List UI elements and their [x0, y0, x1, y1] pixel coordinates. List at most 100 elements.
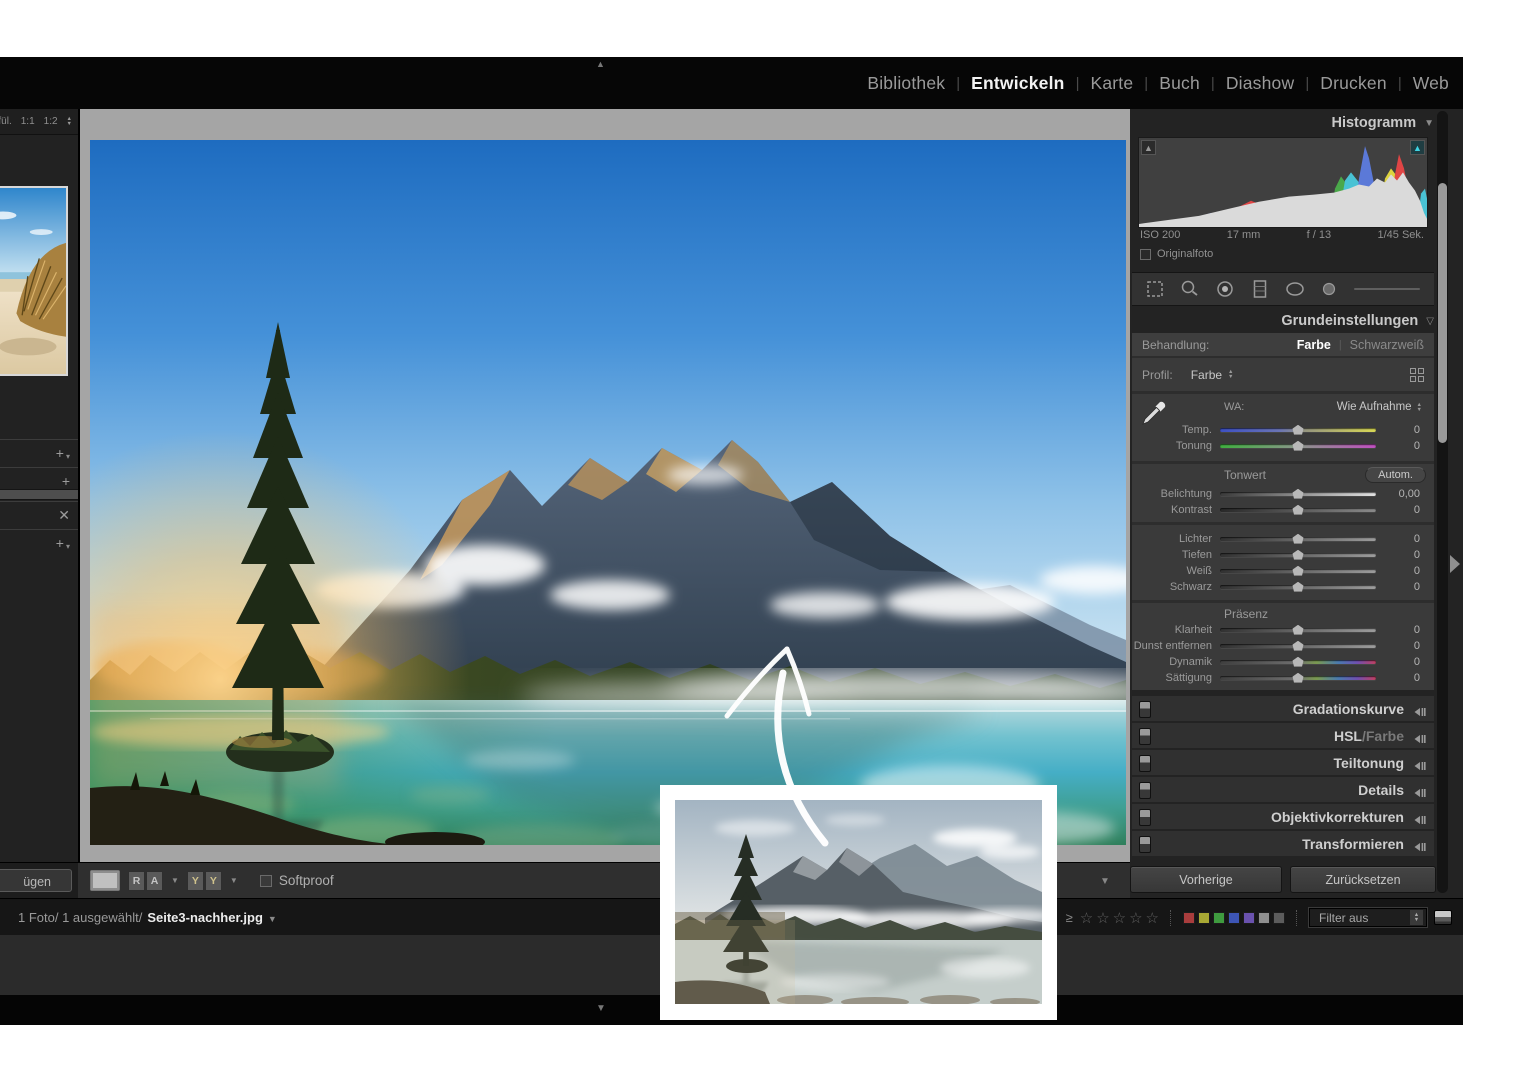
slider-thumb[interactable]	[1293, 625, 1304, 635]
slider-thumb[interactable]	[1293, 641, 1304, 651]
slider-thumb[interactable]	[1293, 657, 1304, 667]
slider-thumb[interactable]	[1293, 505, 1304, 515]
module-tab-buch[interactable]: Buch	[1159, 73, 1200, 94]
rating-threshold-icon[interactable]: ≥	[1066, 910, 1073, 925]
chevron-down-icon[interactable]: ▼	[171, 876, 179, 885]
panel-collapse-top-icon[interactable]: ▲	[596, 59, 605, 69]
slider-track[interactable]	[1220, 676, 1376, 680]
panel-transformieren[interactable]: Transformieren	[1132, 831, 1434, 856]
plus-icon[interactable]: +	[56, 446, 64, 460]
slider-track[interactable]	[1220, 660, 1376, 664]
slider-track[interactable]	[1220, 569, 1376, 573]
color-label-chip[interactable]	[1243, 912, 1255, 924]
slider-track[interactable]	[1220, 644, 1376, 648]
module-tab-drucken[interactable]: Drucken	[1320, 73, 1387, 94]
histogram-box[interactable]: ▲ ▲	[1138, 137, 1428, 228]
updown-icon[interactable]: ▲▼	[1228, 370, 1233, 379]
slider-track[interactable]	[1220, 444, 1376, 448]
slider-thumb[interactable]	[1293, 673, 1304, 683]
plus-icon[interactable]: +	[56, 536, 64, 550]
slider-track[interactable]	[1220, 508, 1376, 512]
close-icon[interactable]: ✕	[58, 508, 70, 522]
slider-thumb[interactable]	[1293, 582, 1304, 592]
filmstrip-source-icon[interactable]	[1434, 910, 1452, 925]
left-panel-header[interactable]: +▾	[0, 439, 78, 466]
module-tab-bibliothek[interactable]: Bibliothek	[867, 73, 945, 94]
panel-teiltonung[interactable]: Teiltonung	[1132, 750, 1434, 775]
color-label-chip[interactable]	[1198, 912, 1210, 924]
profile-value[interactable]: Farbe	[1191, 368, 1222, 382]
add-button-clipped[interactable]: ügen	[0, 869, 72, 892]
spot-removal-tool-icon[interactable]	[1177, 277, 1203, 301]
panel-expand-icon[interactable]	[1413, 704, 1426, 722]
panel-toggle-switch[interactable]	[1139, 809, 1151, 826]
slider-track[interactable]	[1220, 492, 1376, 496]
slider-thumb[interactable]	[1293, 550, 1304, 560]
panel-expand-icon[interactable]	[1413, 758, 1426, 776]
slider-thumb[interactable]	[1293, 489, 1304, 499]
star-icon[interactable]: ☆	[1096, 909, 1109, 927]
crop-tool-icon[interactable]	[1142, 277, 1168, 301]
wb-preset-select[interactable]: Wie Aufnahme ▲▼	[1337, 401, 1422, 413]
slider-track[interactable]	[1220, 428, 1376, 432]
plus-icon[interactable]: +	[62, 474, 70, 488]
panel-toggle-switch[interactable]	[1139, 755, 1151, 772]
slider-track[interactable]	[1220, 537, 1376, 541]
slider-track[interactable]	[1220, 553, 1376, 557]
basic-panel-header[interactable]: Grundeinstellungen ▽	[1132, 310, 1442, 332]
color-label-chip[interactable]	[1258, 912, 1270, 924]
panel-toggle-switch[interactable]	[1139, 701, 1151, 718]
color-label-chip[interactable]	[1228, 912, 1240, 924]
highlight-clipping-icon[interactable]: ▲	[1410, 140, 1425, 155]
panel-toggle-switch[interactable]	[1139, 728, 1151, 745]
treatment-option-schwarzwei[interactable]: Schwarzweiß	[1350, 338, 1424, 352]
left-panel-header[interactable]: ✕	[0, 501, 78, 528]
panel-expand-icon[interactable]	[1413, 731, 1426, 749]
left-panel-header[interactable]: +▾	[0, 529, 78, 556]
star-icon[interactable]: ☆	[1146, 909, 1159, 927]
shadow-clipping-icon[interactable]: ▲	[1141, 140, 1156, 155]
slider-track[interactable]	[1220, 628, 1376, 632]
chevron-down-icon[interactable]: ▼	[230, 876, 238, 885]
slider-thumb[interactable]	[1293, 425, 1304, 435]
slider-thumb[interactable]	[1293, 566, 1304, 576]
module-tab-web[interactable]: Web	[1413, 73, 1449, 94]
panel-expand-icon[interactable]	[1413, 812, 1426, 830]
star-icon[interactable]: ☆	[1129, 909, 1142, 927]
panel-expand-icon[interactable]	[1413, 839, 1426, 857]
filmstrip-status[interactable]: 1 Foto/ 1 ausgewählt/ Seite3-nachher.jpg…	[18, 899, 277, 936]
module-tab-karte[interactable]: Karte	[1090, 73, 1133, 94]
radial-filter-tool-icon[interactable]	[1282, 277, 1308, 301]
red-eye-tool-icon[interactable]	[1212, 277, 1238, 301]
before-after-view-icon[interactable]: Y Y	[187, 871, 222, 891]
module-tab-entwickeln[interactable]: Entwickeln	[971, 73, 1064, 94]
brush-size-slider[interactable]	[1354, 288, 1420, 290]
graduated-filter-tool-icon[interactable]	[1247, 277, 1273, 301]
star-icon[interactable]: ☆	[1113, 909, 1126, 927]
filter-select[interactable]: Filter aus ▲▼	[1309, 908, 1427, 927]
softproof-checkbox[interactable]	[260, 875, 272, 887]
panel-collapse-bottom-icon[interactable]: ▼	[596, 1003, 606, 1014]
scrollbar-thumb[interactable]	[1438, 183, 1447, 443]
reference-view-icon[interactable]: R A	[128, 871, 163, 891]
histogram-header[interactable]: Histogramm ▼	[1132, 112, 1442, 134]
panel-objektivkorrekturen[interactable]: Objektivkorrekturen	[1132, 804, 1434, 829]
panel-show-arrow-icon[interactable]	[1450, 555, 1460, 573]
panel-hsl[interactable]: HSL/Farbe	[1132, 723, 1434, 748]
slider-thumb[interactable]	[1293, 441, 1304, 451]
slider-thumb[interactable]	[1293, 534, 1304, 544]
module-tab-diashow[interactable]: Diashow	[1226, 73, 1295, 94]
original-photo-checkbox[interactable]	[1140, 249, 1151, 260]
panel-toggle-switch[interactable]	[1139, 782, 1151, 799]
panel-gradationskurve[interactable]: Gradationskurve	[1132, 696, 1434, 721]
color-label-chip[interactable]	[1213, 912, 1225, 924]
main-photo[interactable]	[90, 140, 1126, 845]
panel-toggle-switch[interactable]	[1139, 836, 1151, 853]
slider-track[interactable]	[1220, 585, 1376, 589]
adjustment-brush-tool-icon[interactable]	[1317, 277, 1343, 301]
auto-tone-button[interactable]: Autom.	[1365, 467, 1426, 483]
profile-browser-icon[interactable]	[1410, 368, 1424, 382]
treatment-option-farbe[interactable]: Farbe	[1297, 338, 1331, 352]
toolbar-options-icon[interactable]: ▼	[1100, 876, 1110, 887]
loupe-view-icon[interactable]	[90, 870, 120, 891]
